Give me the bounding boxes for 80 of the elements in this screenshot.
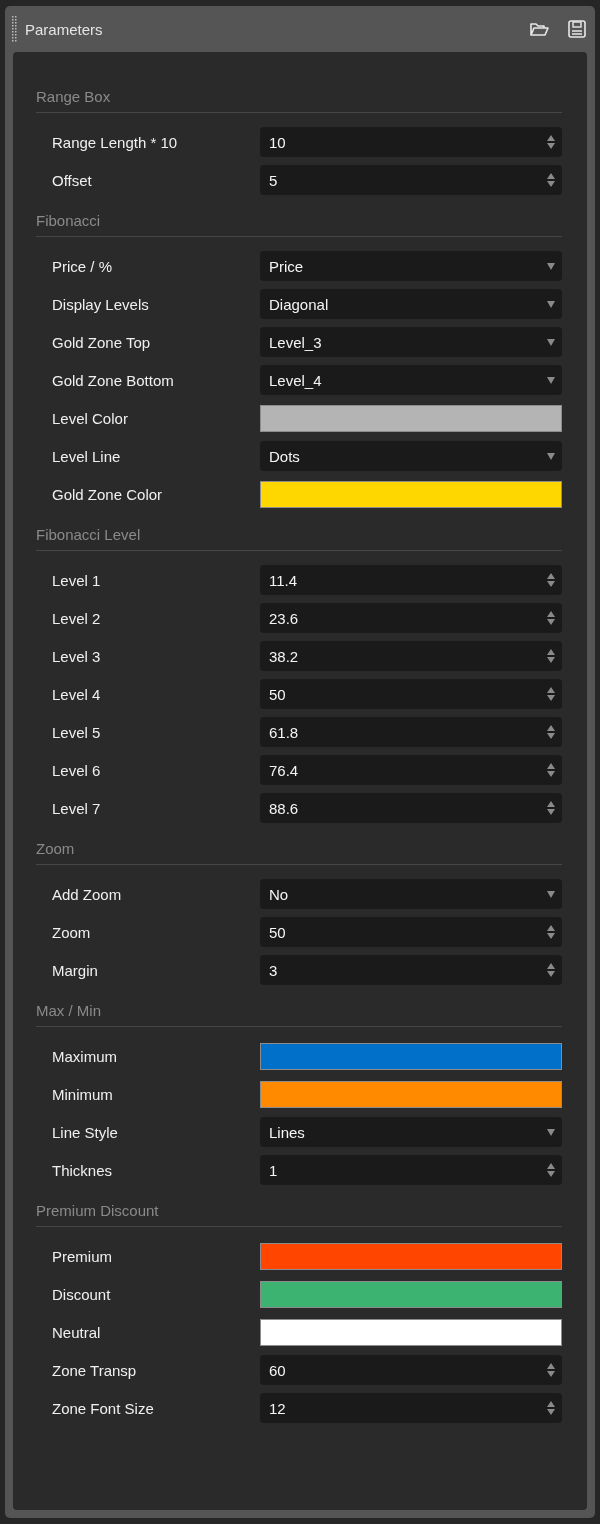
number-field[interactable]: 12 — [260, 1393, 562, 1423]
field-label: Gold Zone Color — [51, 485, 164, 503]
field-label: Minimum — [51, 1085, 114, 1103]
number-field[interactable]: 11.4 — [260, 565, 562, 595]
field-label: Level 7 — [51, 799, 102, 817]
field-label: Level 2 — [51, 609, 102, 627]
number-field[interactable]: 88.6 — [260, 793, 562, 823]
color-swatch[interactable] — [260, 1242, 562, 1270]
section-heading: Fibonacci — [36, 211, 562, 237]
spinner-icon[interactable] — [546, 172, 556, 188]
color-swatch[interactable] — [260, 480, 562, 508]
field-label: Level 5 — [51, 723, 102, 741]
field-label: Level 1 — [51, 571, 102, 589]
field-label: Level 6 — [51, 761, 102, 779]
field-label: Zone Transp — [51, 1361, 138, 1379]
field-label: Level 4 — [51, 685, 102, 703]
field-label: Offset — [51, 171, 93, 189]
dropdown[interactable]: Dots — [260, 441, 562, 471]
spinner-icon[interactable] — [546, 134, 556, 150]
color-swatch[interactable] — [260, 1042, 562, 1070]
number-field[interactable]: 60 — [260, 1355, 562, 1385]
section-heading: Zoom — [36, 839, 562, 865]
spinner-icon[interactable] — [546, 610, 556, 626]
field-label: Line Style — [51, 1123, 119, 1141]
field-label: Maximum — [51, 1047, 118, 1065]
dropdown[interactable]: Lines — [260, 1117, 562, 1147]
field-label: Discount — [51, 1285, 112, 1303]
spinner-icon[interactable] — [546, 572, 556, 588]
number-field[interactable]: 23.6 — [260, 603, 562, 633]
dropdown[interactable]: Price — [260, 251, 562, 281]
number-field[interactable]: 3 — [260, 955, 562, 985]
number-field[interactable]: 5 — [260, 165, 562, 195]
spinner-icon[interactable] — [546, 724, 556, 740]
number-field[interactable]: 61.8 — [260, 717, 562, 747]
spinner-icon[interactable] — [546, 800, 556, 816]
number-field[interactable]: 1 — [260, 1155, 562, 1185]
field-label: Display Levels — [51, 295, 150, 313]
section-heading: Range Box — [36, 87, 562, 113]
spinner-icon[interactable] — [546, 1362, 556, 1378]
field-label: Zoom — [51, 923, 92, 941]
dropdown[interactable]: Level_3 — [260, 327, 562, 357]
field-label: Zone Font Size — [51, 1399, 155, 1417]
window-title: Parameters — [25, 20, 104, 38]
field-label: Price / % — [51, 257, 113, 275]
grip-icon[interactable] — [12, 16, 17, 42]
number-field[interactable]: 50 — [260, 679, 562, 709]
dropdown[interactable]: No — [260, 879, 562, 909]
field-label: Gold Zone Top — [51, 333, 152, 351]
spinner-icon[interactable] — [546, 1162, 556, 1178]
field-label: Neutral — [51, 1323, 102, 1341]
field-label: Premium — [51, 1247, 113, 1265]
spinner-icon[interactable] — [546, 924, 556, 940]
field-label: Margin — [51, 961, 99, 979]
section-heading: Fibonacci Level — [36, 525, 562, 551]
spinner-icon[interactable] — [546, 1400, 556, 1416]
field-label: Add Zoom — [51, 885, 123, 903]
number-field[interactable]: 38.2 — [260, 641, 562, 671]
spinner-icon[interactable] — [546, 962, 556, 978]
field-label: Level Line — [51, 447, 122, 465]
color-swatch[interactable] — [260, 404, 562, 432]
field-label: Level Color — [51, 409, 129, 427]
number-field[interactable]: 10 — [260, 127, 562, 157]
field-label: Gold Zone Bottom — [51, 371, 175, 389]
color-swatch[interactable] — [260, 1280, 562, 1308]
spinner-icon[interactable] — [546, 762, 556, 778]
field-label: Level 3 — [51, 647, 102, 665]
color-swatch[interactable] — [260, 1080, 562, 1108]
folder-icon[interactable] — [529, 20, 549, 38]
field-label: Range Length * 10 — [51, 133, 179, 151]
dropdown[interactable]: Level_4 — [260, 365, 562, 395]
section-heading: Max / Min — [36, 1001, 562, 1027]
section-heading: Premium Discount — [36, 1201, 562, 1227]
spinner-icon[interactable] — [546, 686, 556, 702]
number-field[interactable]: 50 — [260, 917, 562, 947]
save-icon[interactable] — [567, 20, 587, 38]
field-label: Thicknes — [51, 1161, 114, 1179]
color-swatch[interactable] — [260, 1318, 562, 1346]
number-field[interactable]: 76.4 — [260, 755, 562, 785]
spinner-icon[interactable] — [546, 648, 556, 664]
dropdown[interactable]: Diagonal — [260, 289, 562, 319]
